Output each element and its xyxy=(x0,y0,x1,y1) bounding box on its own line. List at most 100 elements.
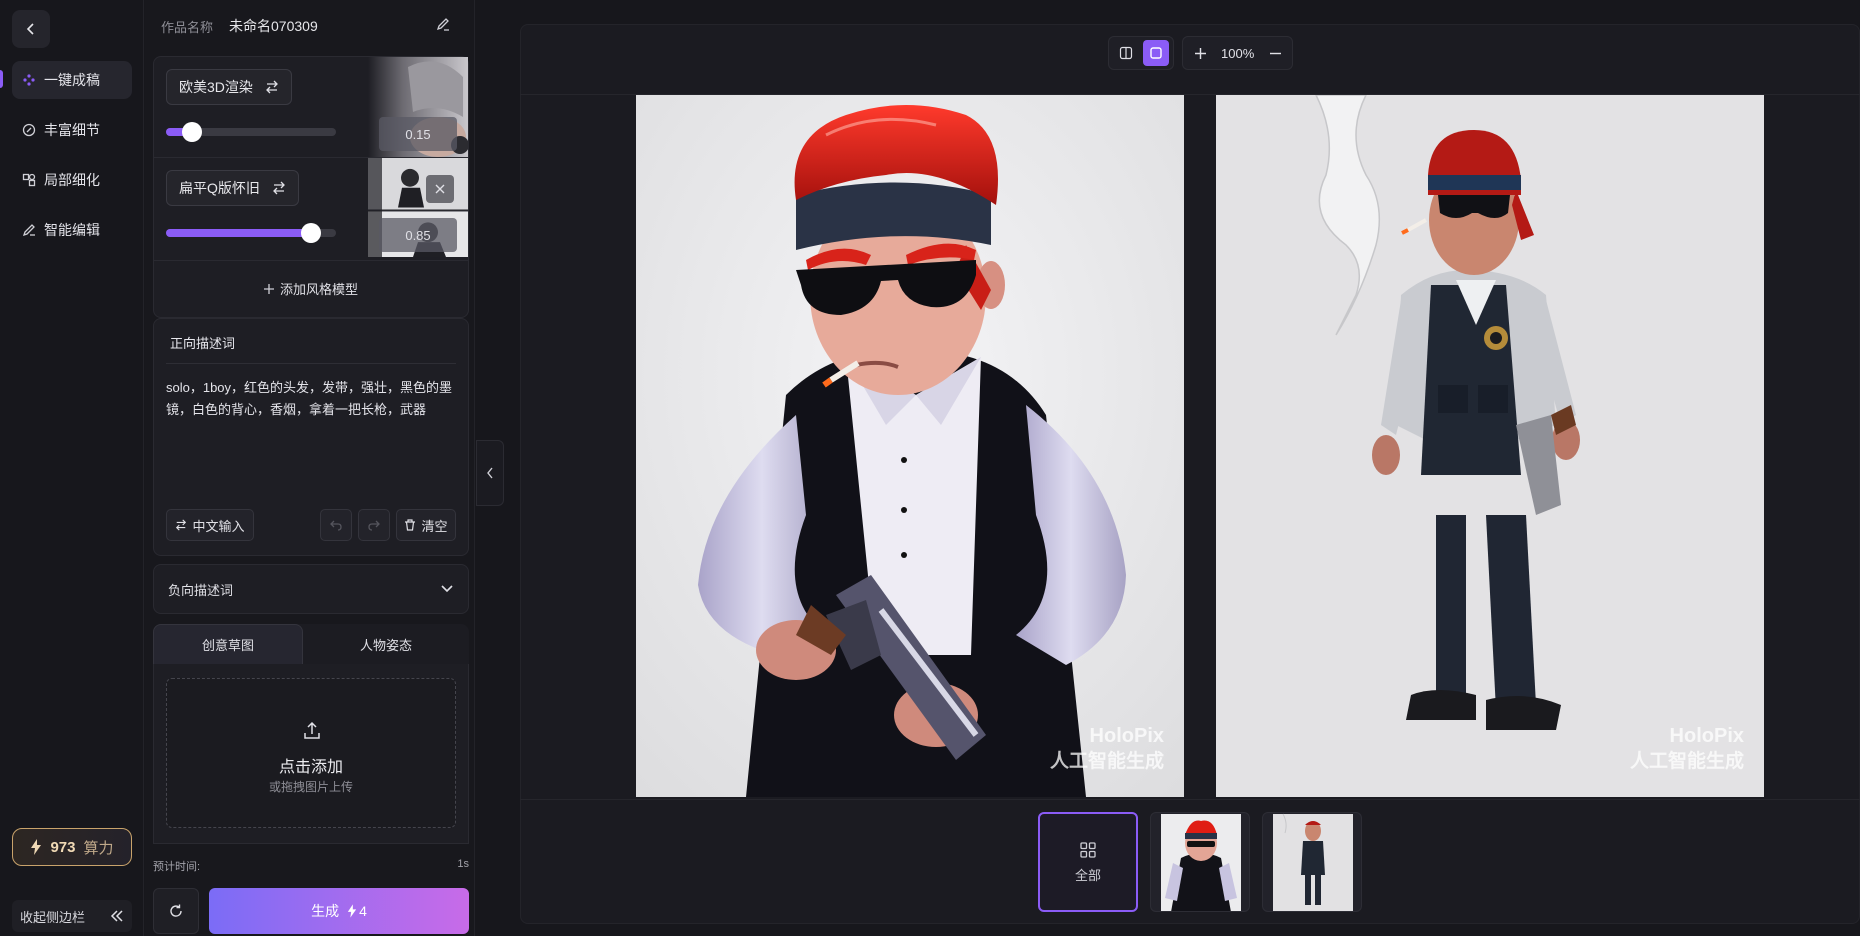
generate-label: 生成 xyxy=(311,903,340,919)
canvas-toolbar: 100% xyxy=(1108,36,1294,70)
double-chevron-left-icon xyxy=(110,910,123,922)
nav-item-label: 局部细化 xyxy=(44,172,100,188)
view-mode-group xyxy=(1108,36,1174,70)
minus-icon xyxy=(1269,52,1281,54)
clear-prompt-button[interactable]: 清空 xyxy=(396,509,456,541)
positive-prompt-card: 正向描述词 solo，1boy，红色的头发，发带，强壮，黑色的墨镜，白色的背心，… xyxy=(153,318,469,556)
nav-item-label: 一键成稿 xyxy=(44,72,100,88)
chevron-down-icon xyxy=(441,585,453,593)
style-weight-slider-2[interactable] xyxy=(166,223,336,243)
pencil-icon xyxy=(22,224,35,237)
left-nav: 一键成稿 丰富细节 局部细化 智能编辑 973 算力 收起侧边栏 xyxy=(0,0,144,936)
active-indicator xyxy=(0,70,3,88)
swap-icon[interactable] xyxy=(272,181,286,195)
refresh-button[interactable] xyxy=(153,888,199,934)
single-view-button[interactable] xyxy=(1143,40,1169,66)
upload-title: 点击添加 xyxy=(278,759,343,776)
undo-icon xyxy=(330,520,342,531)
power-value: 973 xyxy=(50,838,76,856)
close-icon xyxy=(435,184,445,194)
style-weight-slider-1[interactable] xyxy=(166,122,336,142)
generated-image-1[interactable]: HoloPix 人工智能生成 xyxy=(636,95,1184,797)
work-name-label: 作品名称 xyxy=(161,19,214,35)
undo-button[interactable] xyxy=(320,509,352,541)
positive-prompt-input[interactable]: solo，1boy，红色的头发，发带，强壮，黑色的墨镜，白色的背心，香烟，拿着一… xyxy=(166,377,458,421)
slider-handle[interactable] xyxy=(300,223,321,243)
style-weight-value-1[interactable]: 0.15 xyxy=(379,117,457,151)
style-model-card: 欧美3D渲染 0.15 扁平Q版怀旧 0.85 添加风格模型 xyxy=(153,56,469,318)
detail-icon xyxy=(22,123,36,137)
plus-icon xyxy=(263,283,274,294)
swap-icon xyxy=(176,519,187,531)
tab-creative-sketch[interactable]: 创意草图 xyxy=(153,624,303,664)
collapse-sidebar-button[interactable]: 收起侧边栏 xyxy=(12,900,132,932)
zoom-in-button[interactable] xyxy=(1187,40,1213,66)
nav-item-label: 智能编辑 xyxy=(44,222,100,238)
compare-view-button[interactable] xyxy=(1113,40,1139,66)
back-button[interactable] xyxy=(12,10,50,48)
nav-item-smart-edit[interactable]: 智能编辑 xyxy=(12,211,132,249)
positive-prompt-title: 正向描述词 xyxy=(170,336,236,351)
watermark-brand: HoloPix xyxy=(1089,725,1164,747)
zoom-group: 100% xyxy=(1182,36,1294,70)
style-chip-2[interactable]: 扁平Q版怀旧 xyxy=(166,170,299,206)
work-name-value[interactable]: 未命名070309 xyxy=(229,16,318,36)
chevron-left-icon xyxy=(26,23,34,35)
edit-name-icon[interactable] xyxy=(435,16,451,32)
divider xyxy=(520,799,1860,800)
style-name: 扁平Q版怀旧 xyxy=(179,180,260,196)
nav-item-rich-detail[interactable]: 丰富细节 xyxy=(12,111,132,149)
app-root: 一键成稿 丰富细节 局部细化 智能编辑 973 算力 收起侧边栏 作品名称 未命… xyxy=(0,0,1860,936)
thumb-flat-render xyxy=(1273,813,1353,911)
upload-icon xyxy=(304,721,320,739)
slider-handle[interactable] xyxy=(181,122,202,142)
power-balance-badge[interactable]: 973 算力 xyxy=(12,828,132,866)
lightning-icon xyxy=(347,904,357,918)
divider xyxy=(166,363,456,364)
power-unit: 算力 xyxy=(83,839,114,857)
image-upload-dropzone[interactable]: 点击添加 或拖拽图片上传 xyxy=(166,678,456,828)
zoom-out-button[interactable] xyxy=(1262,40,1288,66)
upload-section: 点击添加 或拖拽图片上传 xyxy=(153,664,469,844)
thumb-image-1[interactable] xyxy=(1150,812,1250,912)
negative-prompt-toggle[interactable]: 负向描述词 xyxy=(153,564,469,614)
style-model-row: 欧美3D渲染 0.15 xyxy=(154,57,468,157)
clear-label: 清空 xyxy=(421,518,448,534)
watermark-caption: 人工智能生成 xyxy=(1629,751,1744,772)
style-chip-1[interactable]: 欧美3D渲染 xyxy=(166,69,292,105)
zoom-level: 100% xyxy=(1221,45,1255,61)
chevron-left-icon xyxy=(487,467,493,479)
style-model-row: 扁平Q版怀旧 0.85 xyxy=(154,157,468,257)
tab-character-pose[interactable]: 人物姿态 xyxy=(311,624,461,664)
watermark: HoloPix 人工智能生成 xyxy=(1050,723,1164,775)
panel-toggle-button[interactable] xyxy=(476,440,504,506)
chinese-input-button[interactable]: 中文输入 xyxy=(166,509,254,541)
estimated-time-row: 预计时间: 1s xyxy=(153,858,469,874)
nav-item-one-click[interactable]: 一键成稿 xyxy=(12,61,132,99)
watermark-brand: HoloPix xyxy=(1669,725,1744,747)
nav-item-local-refine[interactable]: 局部细化 xyxy=(12,161,132,199)
style-weight-value-2[interactable]: 0.85 xyxy=(379,218,457,252)
redo-button[interactable] xyxy=(358,509,390,541)
single-view-icon xyxy=(1150,47,1162,59)
swap-icon[interactable] xyxy=(265,80,279,94)
generated-image-2[interactable]: HoloPix 人工智能生成 xyxy=(1216,95,1764,797)
plus-icon xyxy=(1194,47,1206,59)
thumb-all-button[interactable]: 全部 xyxy=(1038,812,1138,912)
estimated-time-label: 预计时间: xyxy=(153,861,201,873)
work-name-row: 作品名称 未命名070309 xyxy=(161,14,318,38)
style-name: 欧美3D渲染 xyxy=(179,79,253,95)
thumb-all-label: 全部 xyxy=(1074,867,1101,883)
add-style-model-button[interactable]: 添加风格模型 xyxy=(154,260,468,316)
generate-cost: 4 xyxy=(359,903,367,919)
split-view-icon xyxy=(1119,46,1133,60)
chinese-input-label: 中文输入 xyxy=(192,518,245,534)
lightning-icon xyxy=(31,839,42,855)
thumb-image-2[interactable] xyxy=(1262,812,1362,912)
generate-button[interactable]: 生成 4 xyxy=(209,888,469,934)
sparkle-icon xyxy=(23,74,35,86)
watermark-caption: 人工智能生成 xyxy=(1049,751,1164,772)
redo-icon xyxy=(368,520,380,531)
remove-style-button[interactable] xyxy=(426,175,454,203)
estimated-time-value: 1s xyxy=(457,858,469,870)
